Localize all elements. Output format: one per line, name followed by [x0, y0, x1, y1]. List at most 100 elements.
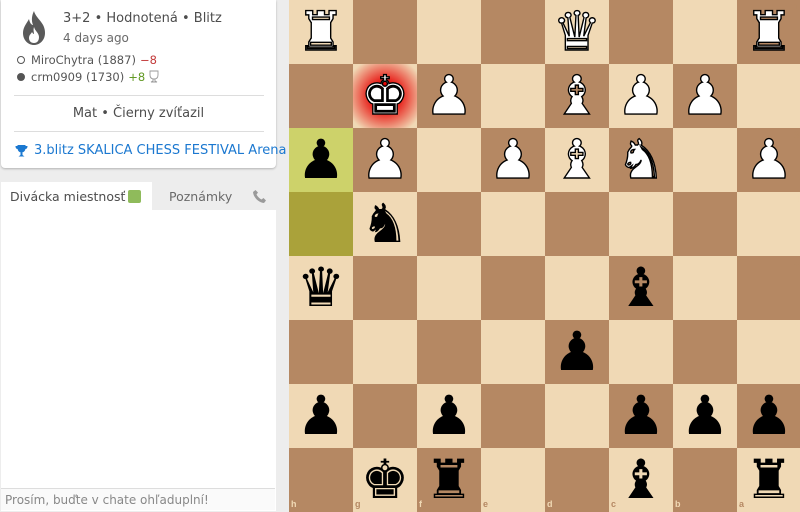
- white-pawn[interactable]: ♟: [673, 63, 737, 128]
- rank-label: 3: [794, 130, 800, 140]
- black-bishop[interactable]: ♝: [609, 256, 673, 320]
- square-e4[interactable]: [481, 192, 545, 256]
- black-pawn[interactable]: ♟: [545, 320, 609, 384]
- white-rating-diff: −8: [139, 53, 157, 67]
- chat-input[interactable]: Prosím, buďte v chate ohľaduplní!: [1, 488, 275, 510]
- square-g7[interactable]: [353, 384, 417, 448]
- square-f3[interactable]: [417, 128, 481, 192]
- game-info-panel: 3+2 • Hodnotená • Blitz 4 days ago MiroC…: [1, 0, 286, 168]
- fire-icon: [23, 11, 45, 45]
- white-pawn[interactable]: ♟: [481, 127, 545, 192]
- square-h2[interactable]: [289, 64, 353, 128]
- tournament-name[interactable]: 3.blitz SKALICA CHESS FESTIVAL Arena: [34, 143, 286, 158]
- black-king[interactable]: ♚: [353, 448, 417, 512]
- black-rook[interactable]: ♜: [737, 448, 800, 512]
- square-h6[interactable]: [289, 320, 353, 384]
- rank-label: 8: [794, 450, 800, 460]
- file-label: d: [547, 499, 553, 509]
- file-label: c: [611, 499, 617, 509]
- white-king[interactable]: ♚: [353, 63, 417, 128]
- rank-label: 6: [794, 322, 800, 332]
- rank-label: 7: [794, 386, 800, 396]
- black-rating-diff: +8: [128, 70, 146, 84]
- square-f5[interactable]: [417, 256, 481, 320]
- black-pawn[interactable]: ♟: [289, 128, 353, 192]
- square-b8[interactable]: [673, 448, 737, 512]
- black-pawn[interactable]: ♟: [737, 384, 800, 448]
- square-b4[interactable]: [673, 192, 737, 256]
- trophy-icon: [15, 144, 28, 156]
- square-d7[interactable]: [545, 384, 609, 448]
- tournament-link[interactable]: 3.blitz SKALICA CHESS FESTIVAL Arena: [15, 143, 286, 158]
- square-e2[interactable]: [481, 64, 545, 128]
- square-e7[interactable]: [481, 384, 545, 448]
- black-pawn[interactable]: ♟: [289, 384, 353, 448]
- square-d5[interactable]: [545, 256, 609, 320]
- black-bishop[interactable]: ♝: [609, 448, 673, 512]
- square-a5[interactable]: [737, 256, 800, 320]
- chess-board[interactable]: ♜ ♛ ♜ ♚ ♟ ♝ ♟ ♟ ♟ ♟ ♟ ♝ ♞ ♟ ♞ ♛ ♝ ♟ ♟ ♟ ♟ ♟ ♟ ♚ ♜ ♝ ♜ 1 2 3 4 5 6 7 8 h g f e d…: [289, 0, 800, 512]
- white-player[interactable]: MiroChytra (1887) −8: [17, 53, 157, 67]
- square-g1[interactable]: [353, 0, 417, 64]
- square-c4[interactable]: [609, 192, 673, 256]
- black-pawn[interactable]: ♟: [673, 384, 737, 448]
- phone-icon[interactable]: [252, 189, 267, 204]
- square-a6[interactable]: [737, 320, 800, 384]
- white-color-icon: [17, 56, 25, 64]
- divider: [14, 131, 264, 132]
- square-g5[interactable]: [353, 256, 417, 320]
- file-label: b: [675, 499, 681, 509]
- square-b1[interactable]: [673, 0, 737, 64]
- white-bishop[interactable]: ♝: [545, 127, 609, 192]
- square-f4[interactable]: [417, 192, 481, 256]
- file-label: a: [739, 499, 745, 509]
- black-knight[interactable]: ♞: [353, 192, 417, 256]
- white-pawn[interactable]: ♟: [737, 127, 800, 192]
- square-g6[interactable]: [353, 320, 417, 384]
- black-pawn[interactable]: ♟: [609, 384, 673, 448]
- square-b3[interactable]: [673, 128, 737, 192]
- white-pawn[interactable]: ♟: [609, 63, 673, 128]
- rank-label: 2: [794, 66, 800, 76]
- square-a4[interactable]: [737, 192, 800, 256]
- chat-toggle[interactable]: [128, 190, 141, 203]
- white-knight[interactable]: ♞: [609, 127, 673, 192]
- white-queen[interactable]: ♛: [545, 0, 609, 64]
- square-c6[interactable]: [609, 320, 673, 384]
- square-d8[interactable]: [545, 448, 609, 512]
- square-h8[interactable]: [289, 448, 353, 512]
- white-rook[interactable]: ♜: [737, 0, 800, 64]
- square-c1[interactable]: [609, 0, 673, 64]
- square-f6[interactable]: [417, 320, 481, 384]
- tab-notes[interactable]: Poznámky: [152, 182, 276, 210]
- file-label: h: [291, 499, 297, 509]
- black-player[interactable]: crm0909 (1730) +8: [17, 70, 161, 84]
- square-e5[interactable]: [481, 256, 545, 320]
- square-b5[interactable]: [673, 256, 737, 320]
- square-e1[interactable]: [481, 0, 545, 64]
- rank-label: 4: [794, 194, 800, 204]
- white-bishop[interactable]: ♝: [545, 63, 609, 128]
- white-pawn[interactable]: ♟: [417, 63, 481, 128]
- tab-spectator-room[interactable]: Divácka miestnosť: [1, 182, 151, 210]
- square-e6[interactable]: [481, 320, 545, 384]
- file-label: e: [483, 499, 489, 509]
- black-queen[interactable]: ♛: [289, 256, 353, 320]
- black-pawn[interactable]: ♟: [417, 384, 481, 448]
- square-f1[interactable]: [417, 0, 481, 64]
- white-pawn[interactable]: ♟: [353, 127, 417, 192]
- black-rook[interactable]: ♜: [417, 448, 481, 512]
- black-color-icon: [17, 73, 25, 81]
- white-player-name[interactable]: MiroChytra (1887): [31, 53, 136, 67]
- black-player-name[interactable]: crm0909 (1730): [31, 70, 124, 84]
- square-d4[interactable]: [545, 192, 609, 256]
- white-rook[interactable]: ♜: [289, 0, 353, 64]
- chat-panel: Divácka miestnosť Poznámky Prosím, buďte…: [1, 182, 276, 511]
- file-label: g: [355, 499, 361, 509]
- square-b6[interactable]: [673, 320, 737, 384]
- game-setup: 3+2 • Hodnotená • Blitz: [63, 11, 222, 26]
- tab-spectator-room-label: Divácka miestnosť: [10, 189, 126, 204]
- square-a2[interactable]: [737, 64, 800, 128]
- square-h4[interactable]: [289, 192, 353, 256]
- square-e8[interactable]: [481, 448, 545, 512]
